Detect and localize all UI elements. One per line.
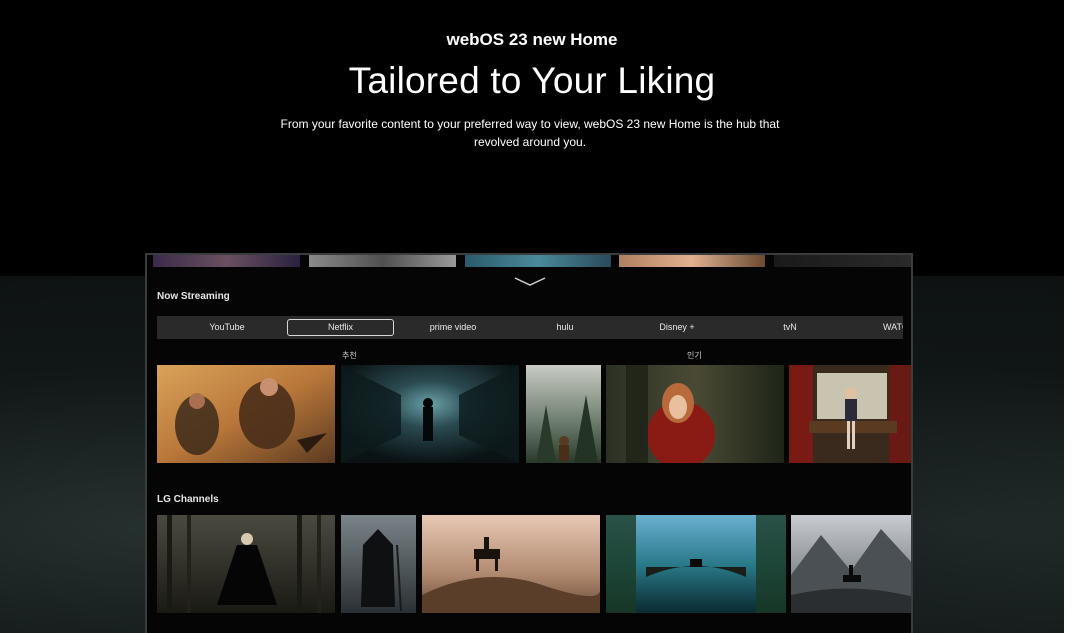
mountain-rider-card[interactable] xyxy=(791,515,911,613)
hooded-figure-card[interactable] xyxy=(341,515,416,613)
hero-headline: Tailored to Your Liking xyxy=(348,60,716,101)
hero-description: From your favorite content to your prefe… xyxy=(280,117,780,149)
tab-watcha[interactable]: WATCHA xyxy=(883,319,903,336)
top-thumbnail[interactable] xyxy=(774,255,911,267)
now-streaming-title: Now Streaming xyxy=(157,291,230,302)
page-edge xyxy=(1064,0,1073,633)
desert-fighters-card[interactable] xyxy=(157,365,335,463)
tab-youtube[interactable]: YouTube xyxy=(177,319,277,336)
chevron-down-icon[interactable] xyxy=(513,275,547,287)
girl-by-window-card[interactable] xyxy=(789,365,911,463)
hero-eyebrow: webOS 23 new Home xyxy=(446,30,618,49)
lg-channels-title: LG Channels xyxy=(157,494,219,505)
top-thumbnail[interactable] xyxy=(619,255,765,267)
horse-rider-hill-card[interactable] xyxy=(422,515,600,613)
category-label-popular: 인기 xyxy=(687,351,702,360)
red-hood-girl-card[interactable] xyxy=(606,365,784,463)
tab-disney-plus[interactable]: Disney + xyxy=(627,319,727,336)
dark-tunnel-card[interactable] xyxy=(341,365,519,463)
tab-hulu[interactable]: hulu xyxy=(515,319,615,336)
top-thumbnail-row xyxy=(147,255,911,267)
tv-screen: Now Streaming YouTube Netflix prime vide… xyxy=(145,253,913,633)
category-label-recommended: 추천 xyxy=(342,351,357,360)
stone-bridge-card[interactable] xyxy=(606,515,786,613)
top-thumbnail[interactable] xyxy=(309,255,456,267)
top-thumbnail[interactable] xyxy=(153,255,300,267)
tab-tvn[interactable]: tvN xyxy=(740,319,840,336)
top-thumbnail[interactable] xyxy=(465,255,611,267)
provider-tabs: YouTube Netflix prime video hulu Disney … xyxy=(157,316,903,339)
dark-forest-dancer-card[interactable] xyxy=(157,515,335,613)
tab-netflix[interactable]: Netflix xyxy=(287,319,394,336)
forest-wanderer-card[interactable] xyxy=(526,365,601,463)
tab-prime-video[interactable]: prime video xyxy=(403,319,503,336)
